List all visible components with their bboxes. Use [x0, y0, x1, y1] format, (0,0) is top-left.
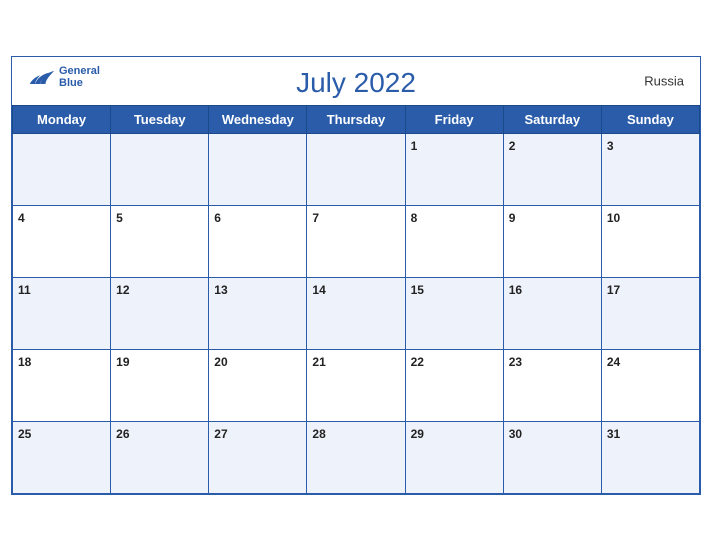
- day-cell: 18: [13, 349, 111, 421]
- day-cell: 5: [111, 205, 209, 277]
- week-row-3: 11 12 13 14 15 16 17: [13, 277, 700, 349]
- day-cell: 16: [503, 277, 601, 349]
- day-cell: 30: [503, 421, 601, 493]
- week-row-1: 1 2 3: [13, 133, 700, 205]
- day-cell: 2: [503, 133, 601, 205]
- calendar-table: Monday Tuesday Wednesday Thursday Friday…: [12, 105, 700, 494]
- day-cell: 20: [209, 349, 307, 421]
- logo: General Blue: [28, 65, 100, 89]
- day-cell: 21: [307, 349, 405, 421]
- day-cell: 10: [601, 205, 699, 277]
- week-row-4: 18 19 20 21 22 23 24: [13, 349, 700, 421]
- day-cell: [307, 133, 405, 205]
- day-cell: 8: [405, 205, 503, 277]
- header-thursday: Thursday: [307, 105, 405, 133]
- weekday-header-row: Monday Tuesday Wednesday Thursday Friday…: [13, 105, 700, 133]
- day-cell: 26: [111, 421, 209, 493]
- day-cell: [209, 133, 307, 205]
- day-cell: 9: [503, 205, 601, 277]
- day-cell: 29: [405, 421, 503, 493]
- day-cell: 13: [209, 277, 307, 349]
- day-cell: [111, 133, 209, 205]
- week-row-2: 4 5 6 7 8 9 10: [13, 205, 700, 277]
- logo-bird-icon: [28, 68, 56, 86]
- day-cell: 17: [601, 277, 699, 349]
- day-cell: 3: [601, 133, 699, 205]
- day-cell: 31: [601, 421, 699, 493]
- day-cell: 24: [601, 349, 699, 421]
- header-tuesday: Tuesday: [111, 105, 209, 133]
- header-sunday: Sunday: [601, 105, 699, 133]
- calendar: General Blue July 2022 Russia Monday Tue…: [11, 56, 701, 495]
- day-cell: 15: [405, 277, 503, 349]
- day-cell: 6: [209, 205, 307, 277]
- day-cell: 22: [405, 349, 503, 421]
- header-wednesday: Wednesday: [209, 105, 307, 133]
- header-friday: Friday: [405, 105, 503, 133]
- day-cell: 25: [13, 421, 111, 493]
- day-cell: 11: [13, 277, 111, 349]
- header-saturday: Saturday: [503, 105, 601, 133]
- day-cell: 14: [307, 277, 405, 349]
- week-row-5: 25 26 27 28 29 30 31: [13, 421, 700, 493]
- day-cell: [13, 133, 111, 205]
- day-cell: 27: [209, 421, 307, 493]
- header-monday: Monday: [13, 105, 111, 133]
- day-cell: 19: [111, 349, 209, 421]
- day-cell: 4: [13, 205, 111, 277]
- calendar-title: July 2022: [296, 67, 416, 99]
- country-label: Russia: [644, 73, 684, 88]
- day-cell: 7: [307, 205, 405, 277]
- day-cell: 23: [503, 349, 601, 421]
- day-cell: 1: [405, 133, 503, 205]
- logo-blue-text: Blue: [59, 77, 100, 89]
- logo-general-text: General: [59, 65, 100, 77]
- day-cell: 28: [307, 421, 405, 493]
- day-cell: 12: [111, 277, 209, 349]
- calendar-header: General Blue July 2022 Russia: [12, 57, 700, 105]
